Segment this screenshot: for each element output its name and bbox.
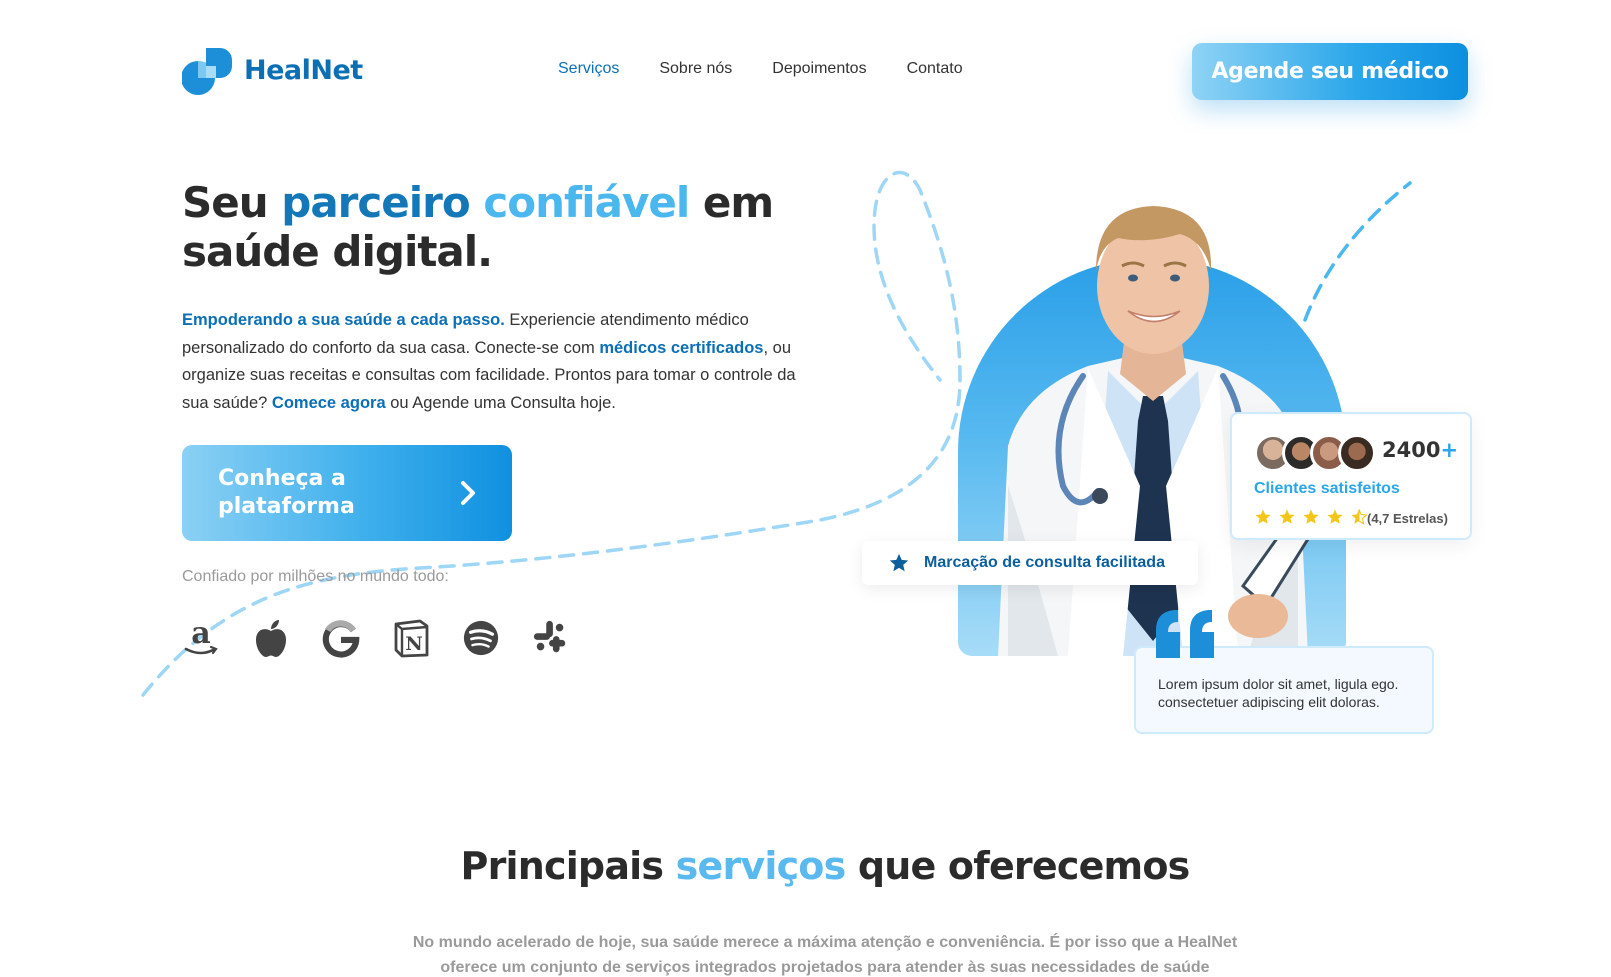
services-title-part1: Principais — [460, 844, 676, 888]
hero-title-part1: Seu — [182, 178, 282, 227]
star-icon — [1255, 509, 1271, 524]
clients-count-plus: + — [1440, 438, 1459, 462]
services-description: No mundo acelerado de hoje, sua saúde me… — [412, 934, 1238, 976]
services-title-part3: que oferecemos — [845, 844, 1190, 888]
google-icon — [322, 618, 360, 658]
svg-text:a: a — [191, 618, 210, 651]
start-now-link[interactable]: Comece agora — [272, 394, 386, 412]
client-avatars — [1254, 434, 1376, 472]
star-icon — [889, 553, 909, 572]
nav-item-sobre-nos[interactable]: Sobre nós — [659, 60, 732, 78]
brand-logo[interactable]: HealNet — [182, 44, 363, 96]
star-icon — [1279, 509, 1295, 524]
clients-count-number: 2400 — [1382, 438, 1441, 462]
nav-item-servicos[interactable]: Serviços — [558, 60, 619, 78]
nav-item-contato[interactable]: Contato — [907, 60, 963, 78]
hero-title-highlight1: parceiro — [281, 178, 470, 227]
hero-lead: Empoderando a sua saúde a cada passo. — [182, 311, 505, 329]
clients-label: Clientes satisfeitos — [1254, 480, 1400, 497]
avatar — [1338, 434, 1376, 472]
svg-text:N: N — [405, 633, 422, 655]
trusted-label: Confiado por milhões no mundo todo: — [182, 568, 449, 585]
certified-doctors-link[interactable]: médicos certificados — [599, 339, 763, 357]
schedule-doctor-button[interactable]: Agende seu médico — [1192, 43, 1468, 100]
notion-icon: N — [392, 618, 430, 658]
quote-icon — [1156, 610, 1214, 658]
slack-icon — [532, 618, 570, 658]
hero-text-3: ou Agende uma Consulta hoje. — [385, 393, 616, 412]
easy-appointment-label: Marcação de consulta facilitada — [924, 554, 1165, 571]
apple-icon — [252, 618, 290, 658]
healnet-logo-icon — [182, 48, 232, 95]
services-title-highlight: serviços — [675, 844, 847, 888]
discover-platform-label: Conheça a plataforma — [218, 466, 355, 519]
testimonial-card: Lorem ipsum dolor sit amet, ligula ego. … — [1134, 646, 1434, 734]
discover-platform-button[interactable]: Conheça a plataforma — [182, 445, 512, 541]
satisfied-clients-card: 2400+ Clientes satisfeitos (4,7 Estrelas… — [1230, 412, 1472, 540]
hero-title-highlight2: confiável — [483, 178, 690, 227]
clients-count: 2400+ — [1382, 438, 1458, 462]
testimonial-text: Lorem ipsum dolor sit amet, ligula ego. … — [1158, 676, 1399, 710]
spotify-icon — [462, 618, 500, 658]
hero-description: Empoderando a sua saúde a cada passo. Ex… — [182, 307, 822, 417]
nav-item-depoimentos[interactable]: Depoimentos — [772, 60, 866, 78]
chevron-right-icon — [461, 481, 475, 505]
amazon-icon: a — [182, 618, 220, 658]
brand-name: HealNet — [244, 54, 363, 86]
main-nav: Serviços Sobre nós Depoimentos Contato — [558, 60, 963, 78]
half-star-icon — [1351, 509, 1368, 525]
star-rating — [1254, 508, 1368, 526]
star-icon — [1327, 509, 1343, 524]
rating-text: (4,7 Estrelas) — [1367, 511, 1448, 526]
services-title: Principais serviços que oferecemos — [0, 844, 1611, 888]
star-icon — [1303, 509, 1319, 524]
partner-logos: a N — [182, 618, 570, 658]
easy-appointment-badge: Marcação de consulta facilitada — [862, 541, 1198, 585]
hero-title: Seu parceiro confiável em saúde digital. — [182, 178, 822, 276]
